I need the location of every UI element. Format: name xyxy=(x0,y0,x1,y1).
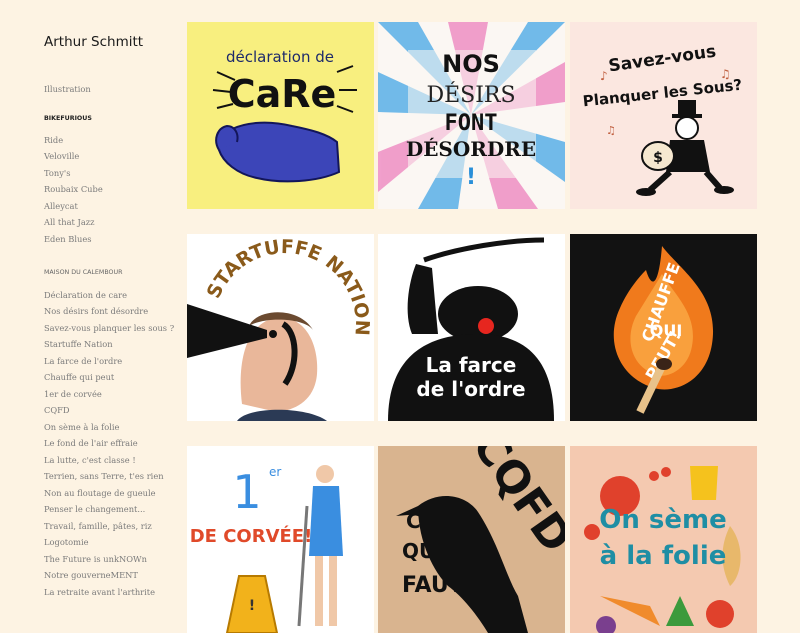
tile5-line1: La farce xyxy=(426,353,517,377)
tile2-line2: DÉSIRS xyxy=(426,81,515,108)
nav-item-calembour[interactable]: On sème à la folie xyxy=(44,422,119,432)
tile7-line1: 1 xyxy=(232,465,261,519)
exclamation-mark: ! xyxy=(466,165,476,190)
illustration-on-seme-a-la-folie: On sème à la folie xyxy=(570,446,757,633)
nav-heading-bikefurious[interactable]: BIKEFURIOUS xyxy=(44,115,92,122)
nav-item-tonys[interactable]: Tony's xyxy=(44,168,70,178)
illustration-startuffe-nation: STARTUFFE NATION xyxy=(187,234,374,421)
tile2-line3: FONT xyxy=(445,111,498,136)
nav-item-calembour[interactable]: Notre gouverneMENT xyxy=(44,570,138,580)
music-note-icon: ♫ xyxy=(720,67,731,81)
tile2-line1: NOS xyxy=(442,50,500,78)
nav-item-calembour[interactable]: Le fond de l'air effraie xyxy=(44,438,138,448)
gallery-tile-savez-vous[interactable]: Savez-vous Planquer les Sous? ♪ ♫ ♫ $ xyxy=(570,22,757,209)
tile5-line2: de l'ordre xyxy=(416,377,525,401)
nav-item-calembour[interactable]: CQFD xyxy=(44,405,70,415)
gallery-tile-cqfd[interactable]: CQFD CE QU'IL FAUT xyxy=(378,446,565,633)
nav-item-calembour[interactable]: The Future is unkNOWn xyxy=(44,554,147,564)
warning-symbol: ! xyxy=(249,598,255,614)
nav-item-calembour[interactable]: Déclaration de care xyxy=(44,290,127,300)
nav-item-calembour[interactable]: Non au floutage de gueule xyxy=(44,488,156,498)
nav-illustration[interactable]: Illustration xyxy=(44,84,91,94)
music-note-icon: ♪ xyxy=(600,69,608,83)
nav-item-calembour[interactable]: Logotomie xyxy=(44,537,89,547)
gallery-tile-declaration-de-care[interactable]: déclaration de CaRe xyxy=(187,22,374,209)
illustration-1er-de-corvee: 1 er DE CORVÉE! ! xyxy=(187,446,374,633)
site-title[interactable]: Arthur Schmitt xyxy=(44,34,143,50)
nav-item-calembour[interactable]: La retraite avant l'arthrite xyxy=(44,587,155,597)
nav-item-calembour[interactable]: Penser le changement... xyxy=(44,504,145,514)
tile9-line1: On sème xyxy=(599,505,727,535)
nav-item-veloville[interactable]: Veloville xyxy=(44,151,79,161)
gallery-tile-la-farce-de-lordre[interactable]: La farce de l'ordre xyxy=(378,234,565,421)
illustration-nos-desirs: NOS DÉSIRS FONT DÉSORDRE ! xyxy=(378,22,565,209)
money-bag-symbol: $ xyxy=(653,150,663,166)
illustration-chauffe-qui-peut: CHAUFFE QUI PEUT! xyxy=(570,234,757,421)
tile1-line2: CaRe xyxy=(228,72,337,116)
nav-item-calembour[interactable]: Startuffe Nation xyxy=(44,339,113,349)
gallery-tile-1er-de-corvee[interactable]: 1 er DE CORVÉE! ! xyxy=(187,446,374,633)
illustration-la-farce-de-lordre: La farce de l'ordre xyxy=(378,234,565,421)
gallery-tile-on-seme-a-la-folie[interactable]: On sème à la folie xyxy=(570,446,757,633)
illustration-cqfd: CQFD CE QU'IL FAUT xyxy=(378,446,565,633)
gallery-tile-chauffe-qui-peut[interactable]: CHAUFFE QUI PEUT! xyxy=(570,234,757,421)
nav-item-calembour[interactable]: La farce de l'ordre xyxy=(44,356,122,366)
illustration-declaration-de-care: déclaration de CaRe xyxy=(187,22,374,209)
tile2-line4: DÉSORDRE xyxy=(406,137,536,161)
nav-item-ride[interactable]: Ride xyxy=(44,135,63,145)
tile1-line1: déclaration de xyxy=(226,48,334,66)
illustration-savez-vous: Savez-vous Planquer les Sous? ♪ ♫ ♫ $ xyxy=(570,22,757,209)
nav-item-calembour[interactable]: Travail, famille, pâtes, riz xyxy=(44,521,152,531)
nav-item-calembour[interactable]: La lutte, c'est classe ! xyxy=(44,455,136,465)
nav-item-calembour[interactable]: Savez-vous planquer les sous ? xyxy=(44,323,174,333)
nav-item-calembour[interactable]: Terrien, sans Terre, t'es rien xyxy=(44,471,164,481)
gallery-tile-startuffe-nation[interactable]: STARTUFFE NATION xyxy=(187,234,374,421)
nav-item-alleycat[interactable]: Alleycat xyxy=(44,201,78,211)
tile9-line2: à la folie xyxy=(600,541,727,571)
nav-item-all-that-jazz[interactable]: All that Jazz xyxy=(44,217,95,227)
nav-item-eden-blues[interactable]: Eden Blues xyxy=(44,234,92,244)
nav-item-calembour[interactable]: Nos désirs font désordre xyxy=(44,306,148,316)
nav-item-calembour[interactable]: 1er de corvée xyxy=(44,389,102,399)
tile7-line2: DE CORVÉE! xyxy=(190,525,313,547)
music-note-icon: ♫ xyxy=(606,124,616,137)
tile7-superscript: er xyxy=(269,465,281,479)
gallery-tile-nos-desirs[interactable]: NOS DÉSIRS FONT DÉSORDRE ! xyxy=(378,22,565,209)
nav-item-calembour[interactable]: Chauffe qui peut xyxy=(44,372,114,382)
nav-heading-calembour[interactable]: MAISON DU CALEMBOUR xyxy=(44,269,123,276)
nav-item-roubaix-cube[interactable]: Roubaix Cube xyxy=(44,184,103,194)
